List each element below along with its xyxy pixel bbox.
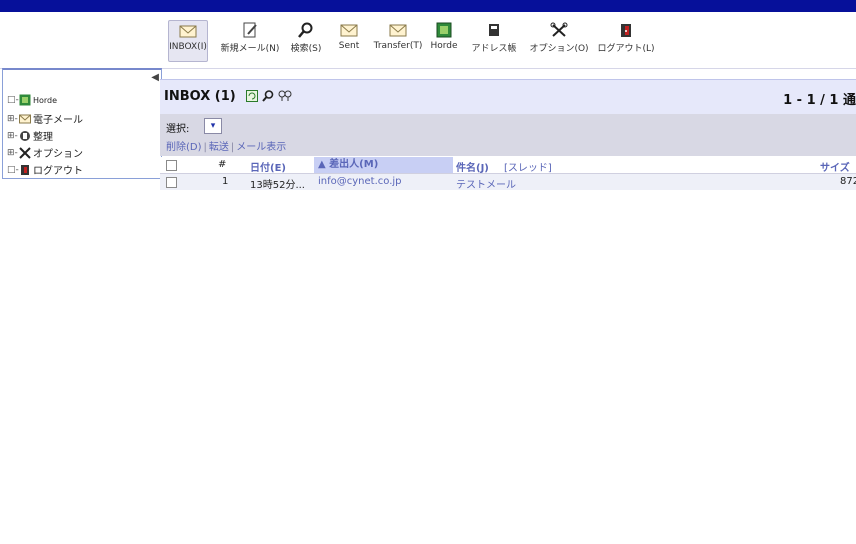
mail-icon (19, 114, 31, 123)
sidebar-item-horde[interactable]: □- Horde (7, 94, 57, 106)
logout-icon (21, 164, 29, 175)
tree-toggle[interactable]: ⊞- (7, 131, 18, 141)
column-from[interactable]: ▲ 差出人(M) (314, 157, 453, 173)
column-subject[interactable]: 件名(J) (456, 159, 489, 174)
message-actions-bar: 選択: ▾ 削除(D) | 転送 | メール表示 (160, 114, 856, 156)
mail-icon (389, 24, 407, 37)
toolbar-logout-button[interactable]: ログアウト(L) (597, 20, 655, 60)
horde-icon (436, 22, 452, 38)
toolbar-options-button[interactable]: オプション(O) (529, 20, 589, 60)
column-size[interactable]: サイズ (820, 159, 850, 174)
toolbar-sent-button[interactable]: Sent (336, 20, 362, 60)
refresh-icon[interactable] (246, 90, 258, 102)
sidebar-item-email[interactable]: ⊞- 電子メール (7, 111, 83, 127)
sidebar-item-label: Horde (33, 95, 58, 105)
mailbox-title: INBOX (1) (164, 89, 236, 104)
select-all-checkbox[interactable] (166, 160, 177, 171)
sidebar-item-label: 整理 (33, 132, 53, 143)
search-icon[interactable] (262, 90, 274, 102)
toolbar-horde-label: Horde (430, 41, 458, 51)
divider: | (203, 142, 207, 153)
table-row[interactable]: 1 13時52分... info@cynet.co.jp テストメール 872 (160, 174, 856, 191)
toolbar-compose-label: 新規メール(N) (220, 44, 280, 54)
tree-toggle[interactable]: ⊞- (7, 148, 18, 158)
select-dropdown[interactable]: ▾ (204, 118, 222, 134)
top-accent-bar (0, 0, 856, 12)
toolbar-transfer-button[interactable]: Transfer(T) (373, 20, 423, 60)
toolbar-options-label: オプション(O) (529, 44, 589, 54)
sidebar-item-label: オプション (33, 149, 83, 160)
options-icon (550, 22, 568, 37)
mail-icon (340, 24, 358, 37)
message-table: # 日付(E) ▲ 差出人(M) 件名(J) [スレッド] サイズ 1 13時5… (160, 157, 856, 191)
toolbar-compose-button[interactable]: 新規メール(N) (220, 20, 280, 60)
sidebar-tree: ◀ □- Horde ⊞- 電子メール ⊞- 整理 ⊞- オプション □- ログ… (2, 68, 162, 179)
pin-icon[interactable]: ◀ (151, 72, 159, 83)
row-date: 13時52分... (250, 180, 305, 191)
toolbar-horde-button[interactable]: Horde (430, 20, 458, 60)
column-date[interactable]: 日付(E) (250, 159, 286, 174)
row-size: 872 (840, 176, 856, 187)
sidebar-item-label: 電子メール (33, 115, 83, 126)
mailbox-header: INBOX (1) 1 - 1 / 1 通 (160, 79, 856, 115)
divider: | (230, 142, 235, 153)
sidebar-item-label: ログアウト (33, 166, 83, 177)
row-number: 1 (222, 176, 229, 187)
addressbook-icon (489, 24, 499, 36)
row-from[interactable]: info@cynet.co.jp (318, 176, 402, 187)
organize-icon (20, 130, 30, 141)
tree-toggle[interactable]: □- (7, 95, 19, 105)
toolbar-addressbook-button[interactable]: アドレス帳 (468, 20, 520, 60)
page-count: 1 - 1 / 1 通 (783, 93, 856, 108)
main-toolbar: INBOX(I) 新規メール(N) 検索(S) Sent Transfer(T)… (0, 12, 856, 69)
sidebar-item-options[interactable]: ⊞- オプション (7, 145, 83, 160)
forward-link[interactable]: 転送 (209, 142, 229, 153)
tree-toggle[interactable]: □- (7, 165, 19, 175)
search-icon (298, 22, 313, 38)
compose-icon (243, 22, 257, 38)
toolbar-sent-label: Sent (338, 41, 360, 51)
logout-icon (621, 24, 631, 37)
row-checkbox[interactable] (166, 177, 177, 188)
sidebar-item-organize[interactable]: ⊞- 整理 (7, 128, 53, 143)
show-message-link[interactable]: メール表示 (236, 142, 286, 153)
column-number: # (218, 159, 227, 170)
toolbar-logout-label: ログアウト(L) (597, 44, 655, 54)
select-label: 選択: (166, 124, 190, 135)
delete-link[interactable]: 削除(D) (166, 142, 202, 153)
toolbar-search-label: 検索(S) (290, 44, 322, 54)
toolbar-inbox-button[interactable]: INBOX(I) (168, 20, 208, 62)
table-header-row: # 日付(E) ▲ 差出人(M) 件名(J) [スレッド] サイズ (160, 157, 856, 174)
options-icon (19, 146, 31, 159)
filter-icon[interactable] (278, 90, 292, 102)
sidebar-item-logout[interactable]: □- ログアウト (7, 162, 83, 177)
toolbar-addressbook-label: アドレス帳 (471, 44, 517, 54)
toolbar-transfer-label: Transfer(T) (373, 41, 423, 51)
row-subject[interactable]: テストメール (456, 176, 516, 191)
toolbar-search-button[interactable]: 検索(S) (288, 20, 324, 60)
horde-icon (19, 94, 31, 106)
column-thread[interactable]: [スレッド] (504, 159, 552, 174)
toolbar-inbox-label: INBOX(I) (169, 42, 207, 52)
tree-toggle[interactable]: ⊞- (7, 114, 18, 124)
mail-icon (179, 25, 197, 38)
action-links: 削除(D) | 転送 | メール表示 (166, 138, 286, 153)
